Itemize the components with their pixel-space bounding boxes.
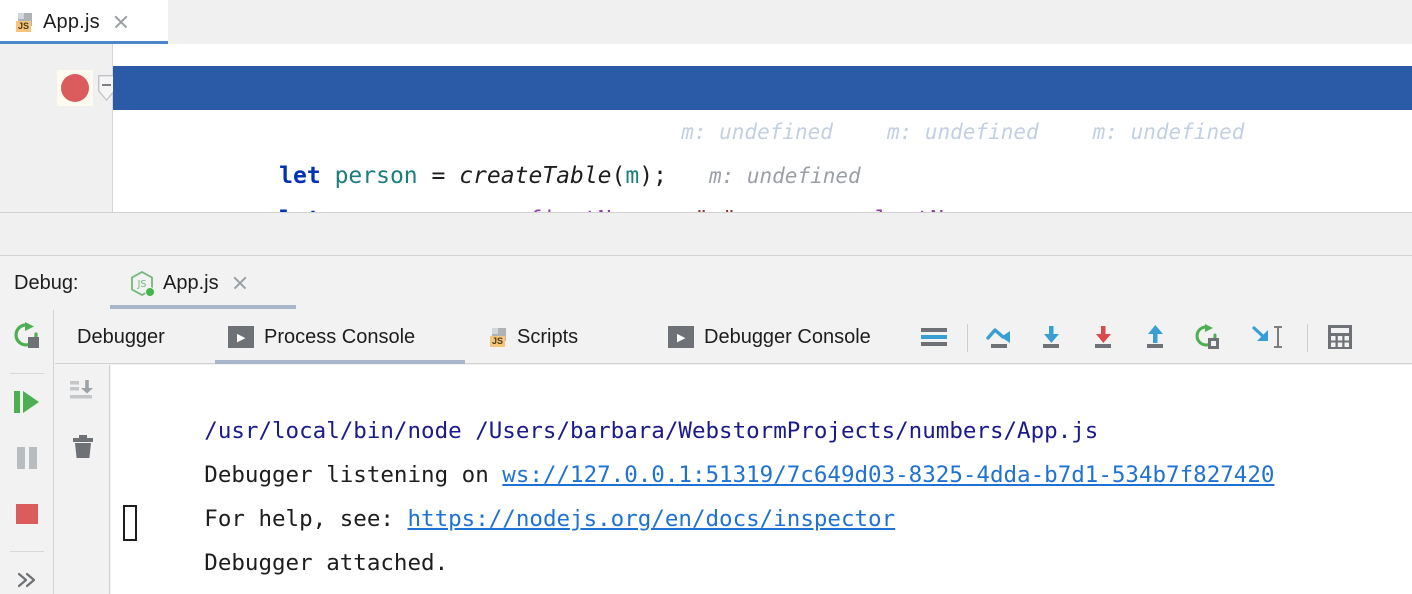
debug-session-label: App.js <box>163 271 219 294</box>
js-file-icon: JS <box>490 327 507 347</box>
debug-tabs-bar: Debugger ▸ Process Console JS Scripts ▸ … <box>55 310 1412 364</box>
debug-left-toolbar <box>0 310 54 594</box>
tab-debugger-console[interactable]: ▸ Debugger Console <box>668 310 871 364</box>
tab-debugger-console-label: Debugger Console <box>704 325 871 348</box>
js-file-icon: JS <box>16 12 33 32</box>
console-play-icon: ▸ <box>228 326 254 348</box>
rerun-button[interactable] <box>0 310 54 366</box>
calculator-icon <box>1324 325 1356 356</box>
code-text-area[interactable]: for (let m = 0; m <= 4; m++) {m: undefin… <box>113 44 1412 212</box>
debug-session-active-indicator <box>110 305 296 309</box>
lines-highlight-icon <box>918 328 950 356</box>
step-over-button[interactable] <box>984 322 1016 352</box>
toolbar-separator-2 <box>10 551 44 552</box>
resume-program-button[interactable] <box>0 376 54 432</box>
toolbar-separator <box>10 373 44 374</box>
code-line-31[interactable]: let person = createTable(m); m: undefined <box>113 110 1412 189</box>
step-out-icon <box>1140 325 1172 356</box>
toolbar-separator-4 <box>1307 324 1308 352</box>
nodejs-inspector-docs-link[interactable]: https://nodejs.org/en/docs/inspector <box>407 506 895 532</box>
editor-bottom-strip <box>0 212 1412 256</box>
session-running-indicator <box>145 286 155 297</box>
tab-scripts[interactable]: JS Scripts <box>490 310 578 364</box>
drop-frame-icon <box>1249 326 1291 356</box>
pause-program-button[interactable] <box>0 432 54 488</box>
console-line-attached: Debugger attached. <box>123 497 448 576</box>
tab-process-console[interactable]: ▸ Process Console <box>228 310 415 364</box>
console-line-listening: Debugger listening on ws://127.0.0.1:513… <box>123 409 1274 488</box>
close-icon[interactable] <box>112 13 130 31</box>
debug-window-label: Debug: <box>14 272 79 294</box>
console-attached-text: Debugger attached. <box>204 550 449 576</box>
debug-tool-window-header: Debug: JS App.js <box>0 256 1412 310</box>
force-step-into-icon <box>1088 326 1120 356</box>
stop-button[interactable] <box>0 488 54 544</box>
tab-debugger-label: Debugger <box>77 325 165 348</box>
toolbar-separator-3 <box>967 324 968 352</box>
console-line-command: /usr/local/bin/node /Users/barbara/Webst… <box>123 365 1098 444</box>
code-line-32[interactable]: let name = person.firstName + " " + pers… <box>113 154 1412 212</box>
clear-all-button[interactable] <box>55 421 110 477</box>
stop-icon <box>13 500 41 533</box>
console-line-help: For help, see: https://nodejs.org/en/doc… <box>123 453 895 532</box>
tab-debugger[interactable]: Debugger <box>77 310 165 364</box>
evaluate-expression-button[interactable] <box>1324 322 1356 352</box>
svg-text:JS: JS <box>137 279 147 290</box>
tab-process-console-active-indicator <box>215 360 465 364</box>
trash-icon <box>69 432 97 467</box>
code-line-30[interactable]: for (let m = 0; m <= 4; m++) {m: undefin… <box>113 66 1412 145</box>
tab-scripts-label: Scripts <box>517 325 579 348</box>
webstorm-debugger-window: JS App.js 29 30 31 32 for (let m = 0; m … <box>0 0 1412 594</box>
code-editor[interactable]: 29 30 31 32 for (let m = 0; m <= 4; m++)… <box>0 44 1412 212</box>
editor-tab-bar: JS App.js <box>0 0 1412 44</box>
run-to-cursor-icon <box>1192 324 1226 356</box>
scroll-to-end-icon <box>67 376 99 411</box>
force-step-into-button[interactable] <box>1088 322 1120 352</box>
drop-frame-button[interactable] <box>1249 322 1291 352</box>
editor-tab-appjs[interactable]: JS App.js <box>0 0 168 44</box>
console-caret <box>123 505 137 541</box>
expand-more-button[interactable] <box>0 554 54 594</box>
rerun-icon <box>12 321 42 356</box>
chevron-double-right-icon <box>14 569 40 594</box>
editor-tab-label: App.js <box>43 10 100 33</box>
pause-icon <box>13 444 41 477</box>
js-badge-label-scripts: JS <box>490 335 505 347</box>
step-out-button[interactable] <box>1140 322 1172 352</box>
step-into-button[interactable] <box>1036 322 1068 352</box>
step-into-icon <box>1036 326 1068 356</box>
nodejs-icon: JS <box>130 270 155 297</box>
close-icon[interactable] <box>231 274 249 292</box>
js-badge-label: JS <box>16 20 31 32</box>
show-execution-point-button[interactable] <box>918 322 950 352</box>
console-play-icon: ▸ <box>668 326 694 348</box>
scroll-to-end-button[interactable] <box>55 365 110 421</box>
resume-icon <box>12 388 42 421</box>
breakpoint-marker[interactable] <box>57 70 93 106</box>
tab-process-console-label: Process Console <box>264 325 416 348</box>
process-console-output[interactable]: /usr/local/bin/node /Users/barbara/Webst… <box>111 365 1412 594</box>
debug-session-tab-appjs[interactable]: JS App.js <box>110 256 296 310</box>
console-side-toolbar <box>55 365 110 594</box>
step-over-icon <box>984 328 1016 356</box>
run-to-cursor-button[interactable] <box>1192 322 1224 352</box>
